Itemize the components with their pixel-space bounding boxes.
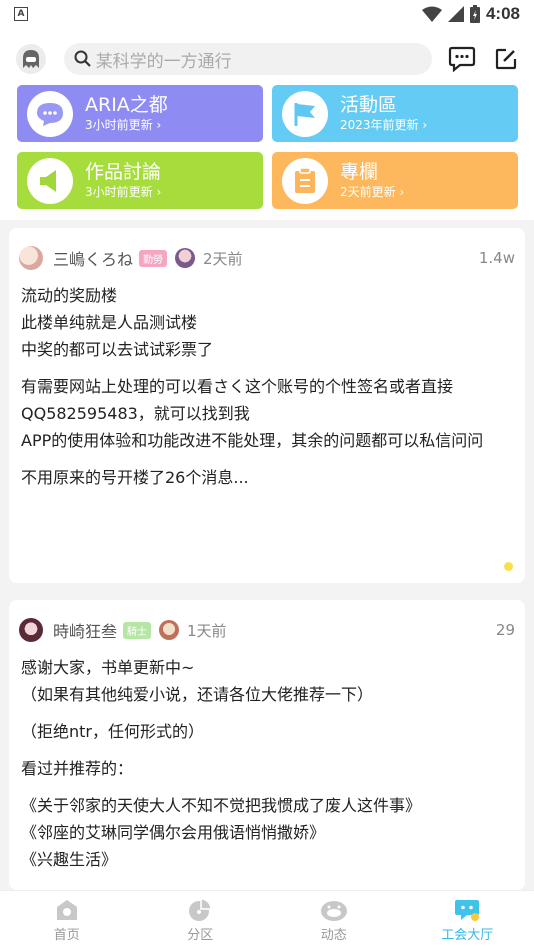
forum-card-columns[interactable]: 專欄 2天前更新 › — [272, 152, 518, 209]
post-line: 感谢大家，书单更新中~ — [21, 658, 195, 677]
post-line: 中奖的都可以去试试彩票了 — [21, 340, 214, 359]
forum-card-title: 活動區 — [340, 93, 398, 116]
post-line: 此楼单纯就是人品测试楼 — [21, 313, 198, 332]
chat-bubble-icon — [27, 90, 73, 137]
speaker-icon — [27, 157, 73, 204]
tab-label: 工会大厅 — [441, 928, 494, 943]
author-badge: 騎士 — [123, 621, 152, 639]
tab-home[interactable]: 首页 — [0, 891, 134, 950]
flag-icon — [282, 90, 328, 137]
forum-cards: ARIA之都 3小时前更新 › 活動區 2023年前更新 › 作品討論 3小时前… — [0, 80, 534, 220]
search-bar[interactable]: 某科学的一方通行 — [63, 43, 432, 75]
forum-card-title: 作品討論 — [85, 160, 162, 183]
post-content: 流动的奖励楼 此楼单纯就是人品测试楼 中奖的都可以去试试彩票了 有需要网站上处理… — [9, 282, 525, 491]
author-avatar[interactable] — [19, 246, 43, 270]
forum-card-updated: 3小时前更新 › — [85, 184, 162, 199]
edit-icon[interactable] — [494, 47, 518, 71]
bottom-tab-bar: 首页 分区 动态 工会大厅 — [0, 890, 534, 950]
reply-count: 29 — [495, 621, 515, 639]
forum-card-aria[interactable]: ARIA之都 3小时前更新 › — [17, 85, 263, 142]
author-badge: 勤勞 — [139, 249, 168, 267]
post-line: （如果有其他纯爱小说，还请各位大佬推荐一下） — [21, 685, 374, 704]
forum-card-events[interactable]: 活動區 2023年前更新 › — [272, 85, 518, 142]
post-line: 《兴趣生活》 — [21, 850, 118, 869]
post-line: 不用原来的号开楼了26个消息... — [21, 468, 249, 487]
tab-label: 动态 — [320, 928, 347, 943]
post-line: 《关于邻家的天使大人不知不觉把我惯成了废人这件事》 — [21, 796, 422, 815]
forum-card-title: ARIA之都 — [85, 93, 168, 116]
guild-chat-icon — [455, 900, 480, 921]
tab-sections[interactable]: 分区 — [134, 891, 268, 950]
message-icon[interactable] — [448, 46, 476, 72]
post-line: 有需要网站上处理的可以看さく这个账号的个性签名或者直接QQ582595483，就… — [21, 377, 454, 423]
author-avatar[interactable] — [19, 618, 43, 642]
reply-count: 1.4w — [478, 249, 515, 267]
post-line: 流动的奖励楼 — [21, 286, 118, 305]
wifi-icon — [421, 6, 442, 22]
app-notification-icon: A — [14, 7, 28, 21]
replier-avatar — [159, 620, 180, 640]
post-time: 2天前 — [203, 249, 243, 268]
post-card[interactable]: 三嶋くろね 勤勞 2天前 1.4w 流动的奖励楼 此楼单纯就是人品测试楼 中奖的… — [9, 228, 525, 583]
tab-guild-hall[interactable]: 工会大厅 — [401, 891, 534, 950]
forum-card-title: 專欄 — [340, 160, 379, 183]
forum-card-updated: 2天前更新 › — [340, 184, 405, 199]
search-placeholder: 某科学的一方通行 — [95, 51, 232, 72]
tab-label: 首页 — [53, 928, 80, 943]
post-line: （拒绝ntr，任何形式的） — [21, 722, 204, 741]
post-line: APP的使用体验和功能改进不能处理，其余的问题都可以私信问问 — [21, 431, 484, 450]
bean-face-icon — [320, 901, 347, 921]
new-dot-icon — [504, 562, 513, 571]
search-icon — [74, 50, 91, 67]
clipboard-icon — [282, 157, 328, 204]
tab-label: 分区 — [187, 928, 214, 943]
forum-card-works[interactable]: 作品討論 3小时前更新 › — [17, 152, 263, 209]
status-bar: A 4:08 — [0, 0, 534, 28]
forum-card-updated: 3小时前更新 › — [85, 117, 162, 132]
user-avatar[interactable] — [16, 44, 46, 74]
battery-icon — [469, 5, 480, 23]
post-line: 看过并推荐的： — [21, 759, 134, 778]
tab-feed[interactable]: 动态 — [267, 891, 401, 950]
pie-chart-icon — [189, 898, 213, 921]
forum-card-updated: 2023年前更新 › — [340, 117, 428, 132]
author-name[interactable]: 時崎狂叁 — [53, 618, 117, 642]
replier-avatar — [175, 248, 196, 268]
clock: 4:08 — [485, 4, 520, 23]
post-line: 《邻座的艾琳同学偶尔会用俄语悄悄撒娇》 — [21, 823, 326, 842]
signal-icon — [447, 6, 464, 22]
home-icon — [56, 900, 77, 920]
post-card[interactable]: 時崎狂叁 騎士 1天前 29 感谢大家，书单更新中~ （如果有其他纯爱小说，还请… — [9, 600, 525, 890]
post-content: 感谢大家，书单更新中~ （如果有其他纯爱小说，还请各位大佬推荐一下） （拒绝nt… — [9, 654, 525, 873]
author-name[interactable]: 三嶋くろね — [53, 246, 133, 270]
post-time: 1天前 — [187, 621, 227, 640]
ghost-avatar-icon — [22, 50, 39, 68]
